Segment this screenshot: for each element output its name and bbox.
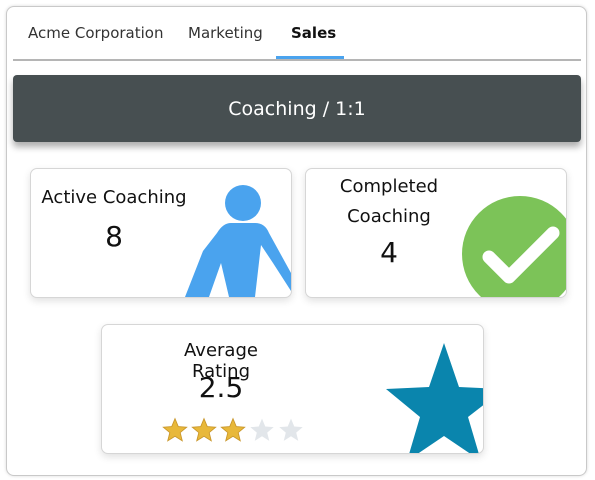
tab-marketing[interactable]: Marketing xyxy=(188,24,263,42)
tab-bar: Acme Corporation Marketing Sales xyxy=(7,7,586,61)
banner-title: Coaching / 1:1 xyxy=(228,97,366,120)
rating-stars xyxy=(162,417,304,443)
average-rating-card[interactable]: Average Rating 2.5 xyxy=(101,324,484,454)
completed-coaching-card[interactable]: Completed Coaching 4 xyxy=(305,168,567,298)
star-icon xyxy=(386,343,483,453)
star-filled-icon xyxy=(220,417,246,442)
tab-acme-corporation[interactable]: Acme Corporation xyxy=(28,24,163,42)
section-banner: Coaching / 1:1 xyxy=(13,75,581,142)
checkmark-icon xyxy=(462,196,566,297)
completed-coaching-label-line1: Completed xyxy=(339,176,439,197)
average-rating-value: 2.5 xyxy=(198,371,244,404)
active-coaching-card[interactable]: Active Coaching 8 xyxy=(30,168,292,298)
star-empty-icon xyxy=(279,418,303,441)
tab-sales[interactable]: Sales xyxy=(291,24,336,42)
star-filled-icon xyxy=(191,417,217,442)
dashboard-frame: Acme Corporation Marketing Sales Coachin… xyxy=(6,6,587,476)
star-filled-icon xyxy=(162,417,188,442)
completed-coaching-label-line2: Coaching xyxy=(347,206,431,227)
completed-coaching-value: 4 xyxy=(380,236,398,269)
tab-divider xyxy=(13,59,581,61)
person-walking-icon xyxy=(185,185,291,297)
star-empty-icon xyxy=(250,418,274,441)
active-tab-indicator xyxy=(276,56,344,59)
